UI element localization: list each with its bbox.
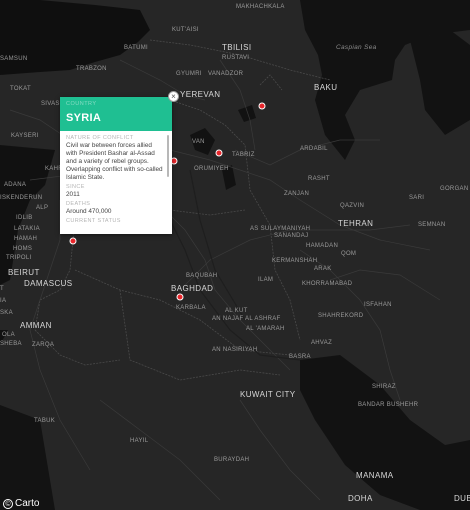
- label-karbala: KARBALA: [176, 305, 206, 311]
- label-beirut: BEIRUT: [8, 268, 40, 277]
- label-kuwait-city: KUWAIT CITY: [240, 390, 296, 399]
- popup-header-label: COUNTRY: [66, 101, 97, 107]
- label-tbilisi: TBILISI: [222, 43, 252, 52]
- label-sanandaj: SANANDAJ: [274, 233, 309, 239]
- popup-scrollbar[interactable]: [167, 135, 169, 177]
- field-key-status: CURRENT STATUS: [66, 218, 121, 224]
- attribution-text: Carto: [15, 498, 40, 509]
- label-baku: BAKU: [314, 83, 338, 92]
- map-canvas[interactable]: MAKHACHKALA KUT'AISI TBILISI SAMSUN BATU…: [0, 0, 470, 510]
- label-homs: HOMS: [13, 246, 33, 252]
- label-bandar-bushehr: BANDAR BUSHEHR: [358, 402, 419, 408]
- label-nasiriyah: AN NASIRIYAH: [212, 347, 258, 353]
- label-hayil: HAYIL: [130, 438, 149, 444]
- label-baghdad: BAGHDAD: [171, 284, 214, 293]
- conflict-marker-armenia-azerbaijan[interactable]: [258, 102, 266, 110]
- close-icon[interactable]: ×: [168, 91, 179, 102]
- attribution: © Carto: [3, 498, 39, 509]
- label-orumiyeh: ORUMIYEH: [194, 166, 229, 172]
- field-value-since: 2011: [66, 191, 80, 198]
- copyright-icon: ©: [3, 499, 13, 509]
- label-iskenderun: ISKENDERUN: [0, 195, 43, 201]
- label-shahrekord: SHAHREKORD: [318, 313, 364, 319]
- label-ola: OLA: [2, 332, 15, 338]
- label-ilam: ILAM: [258, 277, 274, 283]
- label-ardabil: ARDABIL: [300, 146, 328, 152]
- label-yerevan: YEREVAN: [180, 90, 221, 99]
- field-value-deaths: Around 470,000: [66, 208, 112, 215]
- label-kutaisi: KUT'AISI: [172, 27, 199, 33]
- label-adana: ADANA: [4, 182, 27, 188]
- label-semnan: SEMNAN: [418, 222, 446, 228]
- label-amman: AMMAN: [20, 321, 52, 330]
- field-key-nature: NATURE OF CONFLICT: [66, 135, 134, 141]
- label-buraydah: BURAYDAH: [214, 457, 250, 463]
- label-t: T: [0, 286, 4, 292]
- label-makhachkala: MAKHACHKALA: [236, 4, 285, 10]
- label-assulaymaniyah: AS SULAYMANIYAH: [250, 226, 311, 232]
- label-hamah: HAMAH: [14, 236, 38, 242]
- label-ia: IA: [0, 298, 7, 304]
- info-popup: COUNTRY SYRIA NATURE OF CONFLICT Civil w…: [60, 97, 172, 234]
- label-samsun: SAMSUN: [0, 56, 28, 62]
- label-qazvin: QAZVIN: [340, 203, 365, 209]
- label-tabuk: TABUK: [34, 418, 56, 424]
- label-basra: BASRA: [289, 354, 311, 360]
- label-manama: MANAMA: [356, 471, 394, 480]
- label-latakia: LATAKIA: [14, 226, 40, 232]
- popup-header: COUNTRY SYRIA: [60, 97, 172, 131]
- label-sivas: SIVAS: [41, 101, 60, 107]
- field-key-deaths: DEATHS: [66, 201, 91, 207]
- label-alkut: AL KUT: [225, 308, 248, 314]
- label-baqubah: BAQUBAH: [186, 273, 218, 279]
- label-gyumri: GYUMRI: [176, 71, 202, 77]
- label-isfahan: ISFAHAN: [364, 302, 392, 308]
- label-sheba: SHEBA: [0, 341, 22, 347]
- conflict-marker-syria[interactable]: [69, 237, 77, 245]
- label-tripoli: TRIPOLI: [6, 255, 32, 261]
- label-alp: ALP: [36, 205, 49, 211]
- label-rasht: RASHT: [308, 176, 330, 182]
- label-caspian-sea: Caspian Sea: [336, 44, 377, 51]
- conflict-marker-iran-kurds[interactable]: [215, 149, 223, 157]
- label-rustavi: RUSTAVI: [222, 55, 250, 61]
- popup-body[interactable]: NATURE OF CONFLICT Civil war between for…: [60, 131, 172, 234]
- label-idlib: IDLIB: [16, 215, 33, 221]
- label-shiraz: SHIRAZ: [372, 384, 396, 390]
- label-annajaf: AN NAJAF AL ASHRAF: [212, 316, 281, 322]
- label-trabzon: TRABZON: [76, 66, 107, 72]
- label-qom: QOM: [341, 251, 357, 257]
- label-arak: ARAK: [314, 266, 332, 272]
- label-khorramabad: KHORRAMABAD: [302, 281, 353, 287]
- field-value-nature: Civil war between forces allied with Pre…: [66, 142, 163, 181]
- label-alamarah: AL 'AMARAH: [246, 326, 285, 332]
- label-sari: SARI: [409, 195, 425, 201]
- label-tabriz: TABRIZ: [232, 152, 255, 158]
- label-van: VAN: [192, 139, 205, 145]
- label-kayseri: KAYSERI: [11, 133, 39, 139]
- label-ahvaz: AHVAZ: [311, 340, 333, 346]
- label-batumi: BATUMI: [124, 45, 149, 51]
- label-dubai: DUB: [454, 494, 470, 503]
- label-zanjan: ZANJAN: [284, 191, 310, 197]
- label-kermanshah: KERMANSHAH: [272, 258, 318, 264]
- conflict-marker-iraq[interactable]: [176, 293, 184, 301]
- popup-title: SYRIA: [66, 112, 102, 124]
- label-gorgan: GORGAN: [440, 186, 469, 192]
- label-damascus: DAMASCUS: [24, 279, 73, 288]
- field-key-since: SINCE: [66, 184, 85, 190]
- label-hamadan: HAMADAN: [306, 243, 339, 249]
- label-doha: DOHA: [348, 494, 373, 503]
- label-vanadzor: VANADZOR: [208, 71, 244, 77]
- label-ska: SKA: [0, 310, 13, 316]
- label-zarqa: ZARQA: [32, 342, 55, 348]
- label-tehran: TEHRAN: [338, 219, 374, 228]
- label-tokat: TOKAT: [10, 86, 31, 92]
